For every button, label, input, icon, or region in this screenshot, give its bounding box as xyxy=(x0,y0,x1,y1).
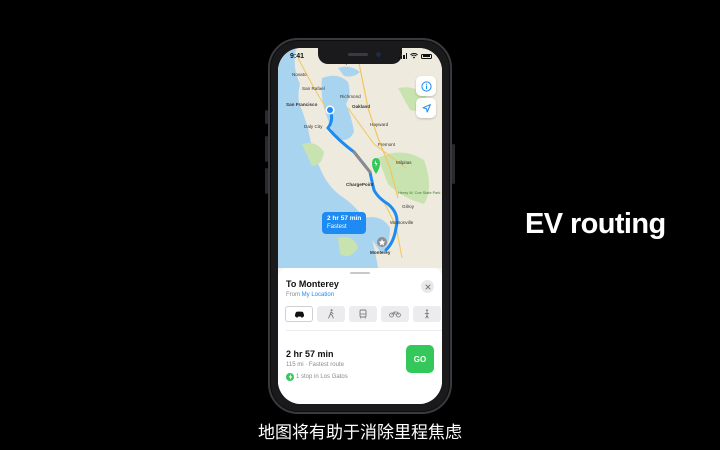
map-label-daly-city: Daly City xyxy=(304,124,323,129)
subtitle-caption: 地图将有助于消除里程焦虑 xyxy=(258,423,462,443)
track-location-button[interactable] xyxy=(416,98,436,118)
mode-walk-button[interactable] xyxy=(317,306,345,322)
directions-sheet: To Monterey From My Location 2 hr 57 min… xyxy=(278,268,442,404)
side-button-volume-down xyxy=(265,168,268,194)
map-info-button[interactable] xyxy=(416,76,436,96)
map-label-milpitas: Milpitas xyxy=(396,160,412,165)
car-icon xyxy=(294,311,304,318)
map-label-park: Henry W. Coe State Park xyxy=(398,191,441,195)
cellular-signal-icon xyxy=(398,53,407,59)
route-summary: 115 mi · Fastest route xyxy=(286,362,344,368)
side-button-volume-up xyxy=(265,136,268,162)
origin-link[interactable]: My Location xyxy=(302,292,334,298)
route-callout-label: Fastest xyxy=(327,224,347,230)
status-bar: 9:41 xyxy=(278,48,442,66)
side-button-power xyxy=(452,144,455,184)
sheet-grabber[interactable] xyxy=(350,272,370,274)
map-label-monterey: Monterey xyxy=(370,250,391,255)
status-icons xyxy=(398,53,432,59)
map-label-fremont: Fremont xyxy=(378,142,396,147)
destination-title: To Monterey xyxy=(286,279,339,289)
bike-icon xyxy=(389,311,401,318)
map-label-richmond: Richmond xyxy=(340,94,361,99)
destination-pin-icon xyxy=(377,237,387,247)
map-label-chargepoint: ChargePoint xyxy=(346,182,374,187)
mode-rideshare-button[interactable] xyxy=(413,306,441,322)
status-time: 9:41 xyxy=(290,53,305,60)
sheet-divider xyxy=(286,330,442,331)
origin-prefix: From xyxy=(286,292,300,298)
map-label-watsonville: Watsonville xyxy=(390,220,414,225)
map-label-hayward: Hayward xyxy=(370,122,389,127)
go-button[interactable]: GO xyxy=(406,345,434,373)
info-icon xyxy=(420,80,432,92)
map-label-gilroy: Gilroy xyxy=(402,204,415,209)
walk-icon xyxy=(328,309,334,319)
map-label-novato: Novato xyxy=(292,72,307,77)
battery-icon xyxy=(421,53,432,59)
charging-bolt-icon xyxy=(286,373,294,381)
transit-icon xyxy=(359,309,367,319)
slide-headline: EV routing xyxy=(525,208,666,240)
map-label-san-rafael: San Rafael xyxy=(302,86,325,91)
rideshare-icon xyxy=(424,309,430,319)
phone-screen: 9:41 Novato San Rafael Richmond San Fran… xyxy=(278,48,442,404)
route-callout[interactable]: 2 hr 57 min Fastest xyxy=(322,212,367,234)
map-label-oakland: Oakland xyxy=(352,104,370,109)
transport-modes xyxy=(285,306,441,322)
side-button-silent xyxy=(265,110,268,124)
close-icon xyxy=(425,284,430,289)
location-arrow-icon xyxy=(422,103,431,112)
wifi-icon xyxy=(410,53,418,59)
mode-drive-button[interactable] xyxy=(285,306,313,322)
iphone-frame: 9:41 Novato San Rafael Richmond San Fran… xyxy=(265,38,455,414)
close-button[interactable] xyxy=(421,280,434,293)
map-label-san-francisco: San Francisco xyxy=(286,102,318,107)
mode-bike-button[interactable] xyxy=(381,306,409,322)
origin-line: From My Location xyxy=(286,292,334,298)
charging-stops-label: 1 stop in Los Gatos xyxy=(296,374,348,380)
route-callout-time: 2 hr 57 min xyxy=(327,215,362,222)
route-duration: 2 hr 57 min xyxy=(286,349,334,359)
charging-stops: 1 stop in Los Gatos xyxy=(286,373,348,381)
mode-transit-button[interactable] xyxy=(349,306,377,322)
